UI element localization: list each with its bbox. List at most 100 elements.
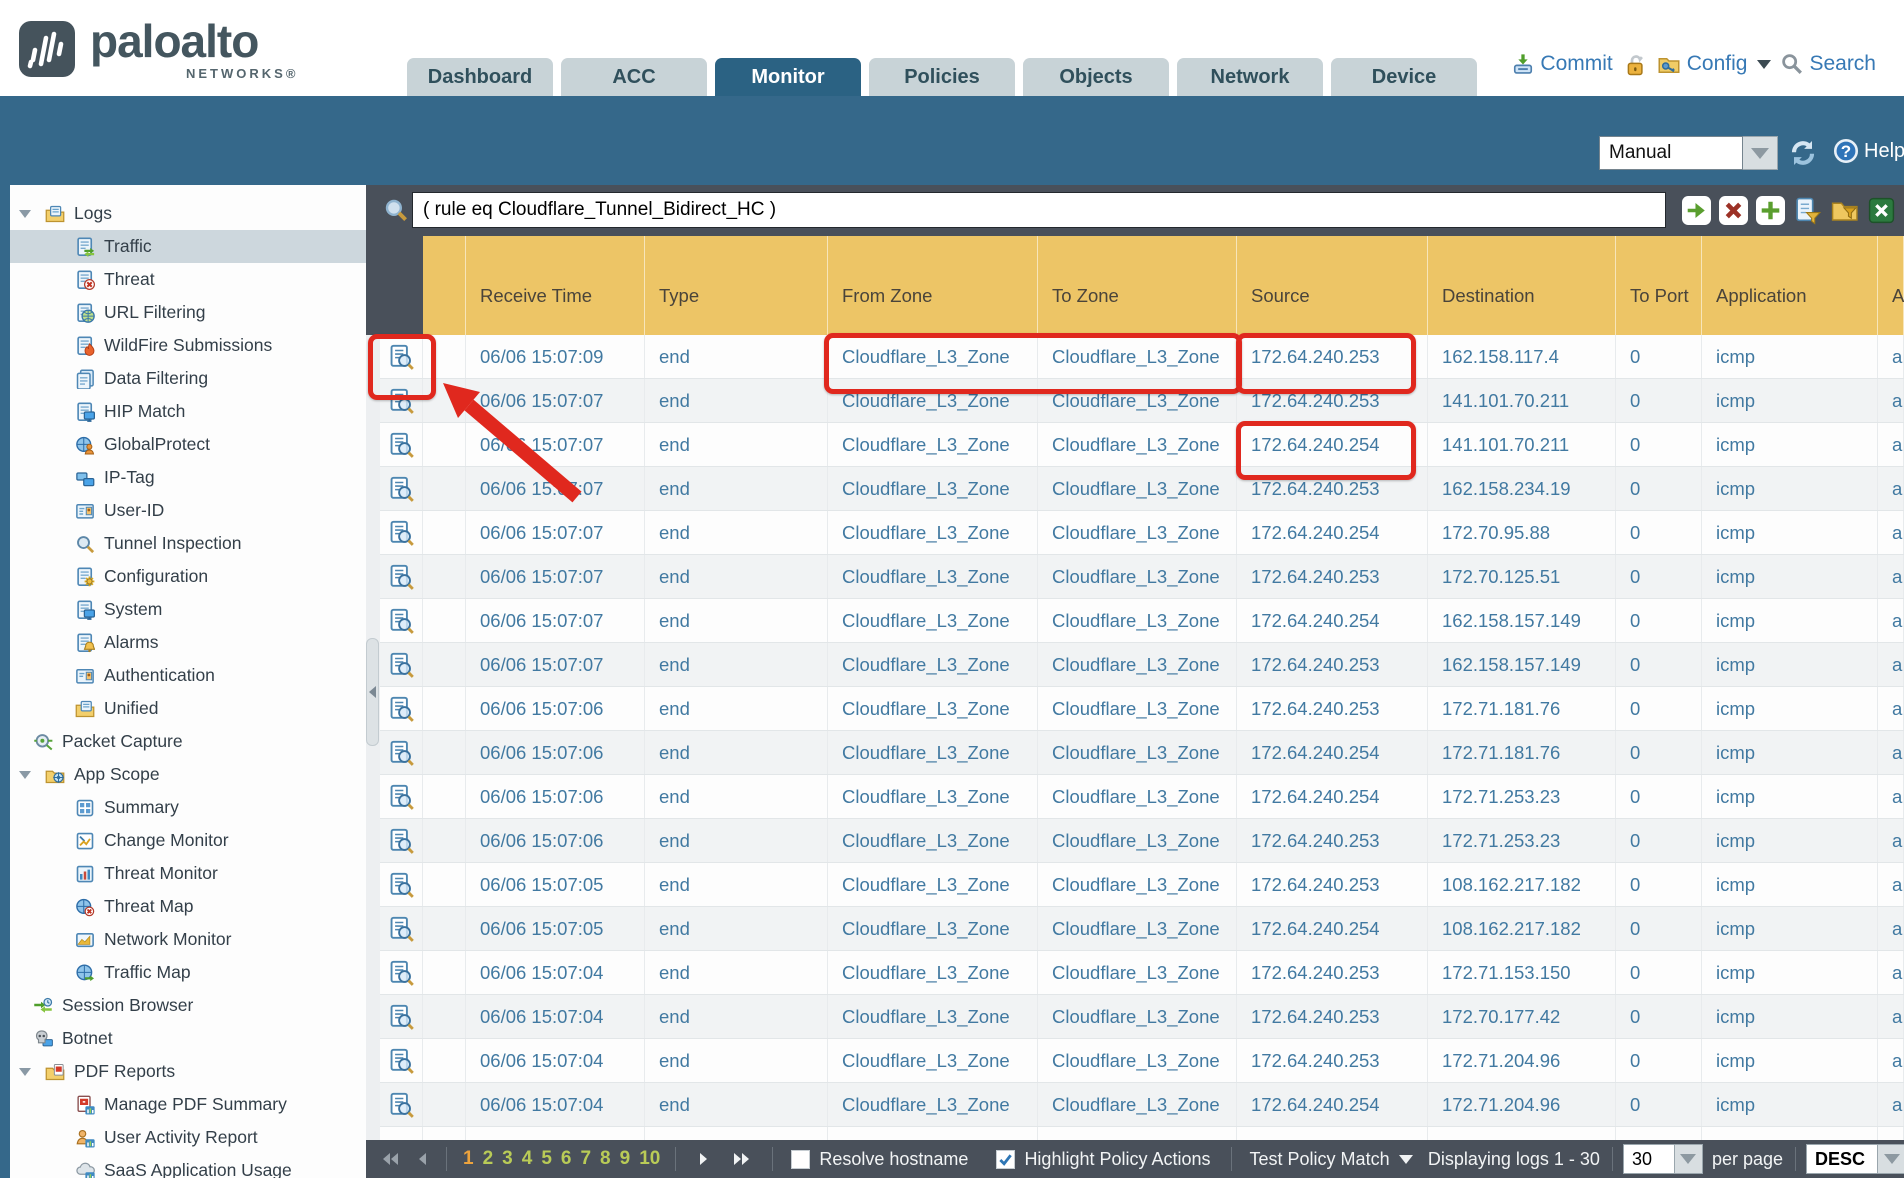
cell-detail[interactable]	[380, 599, 423, 642]
tree-expander-icon[interactable]	[18, 1067, 32, 1077]
cell-type[interactable]: end	[645, 643, 828, 686]
cell-from-zone[interactable]: Cloudflare_L3_Zone	[828, 555, 1038, 598]
load-filter-icon[interactable]	[1830, 196, 1859, 225]
sidebar-item-summary[interactable]: Summary	[10, 791, 366, 824]
cell-destination[interactable]: 172.71.181.76	[1428, 687, 1616, 730]
page-size-dropdown-button[interactable]	[1675, 1144, 1703, 1174]
commit-button[interactable]: Commit	[1512, 52, 1612, 76]
add-filter-icon[interactable]	[1756, 196, 1785, 225]
cell-to-zone[interactable]: Cloudflare_L3_Zone	[1038, 863, 1237, 906]
cell-type[interactable]: end	[645, 467, 828, 510]
cell-destination[interactable]: 162.158.117.4	[1428, 335, 1616, 378]
sidebar-item-configuration[interactable]: Configuration	[10, 560, 366, 593]
previous-page-button[interactable]	[416, 1151, 428, 1167]
column-header-to-port[interactable]: To Port	[1616, 236, 1702, 335]
cell-source[interactable]: 172.64.240.253	[1237, 335, 1428, 378]
cell-to-zone[interactable]: Cloudflare_L3_Zone	[1038, 731, 1237, 774]
cell-source[interactable]: 172.64.240.254	[1237, 907, 1428, 950]
cell-from-zone[interactable]: Cloudflare_L3_Zone	[828, 511, 1038, 554]
page-number-7[interactable]: 7	[580, 1148, 591, 1169]
page-number-3[interactable]: 3	[502, 1148, 513, 1169]
cell-source[interactable]: 172.64.240.253	[1237, 555, 1428, 598]
cell-from-zone[interactable]: Cloudflare_L3_Zone	[828, 995, 1038, 1038]
log-detail-icon[interactable]	[388, 872, 414, 898]
log-detail-icon[interactable]	[388, 1048, 414, 1074]
cell-to-zone[interactable]: Cloudflare_L3_Zone	[1038, 599, 1237, 642]
cell-type[interactable]: end	[645, 423, 828, 466]
log-detail-icon[interactable]	[388, 388, 414, 414]
page-number-8[interactable]: 8	[600, 1148, 611, 1169]
log-detail-icon[interactable]	[388, 1092, 414, 1118]
cell-type[interactable]: end	[645, 555, 828, 598]
sidebar-item-session-browser[interactable]: Session Browser	[10, 989, 366, 1022]
column-header-source[interactable]: Source	[1237, 236, 1428, 335]
cell-to-port[interactable]: 0	[1616, 599, 1702, 642]
page-number-2[interactable]: 2	[483, 1148, 494, 1169]
cell-type[interactable]: end	[645, 379, 828, 422]
cell-to-port[interactable]: 0	[1616, 423, 1702, 466]
sidebar-item-hip-match[interactable]: HIP Match	[10, 395, 366, 428]
sidebar-item-system[interactable]: System	[10, 593, 366, 626]
cell-source[interactable]: 172.64.240.254	[1237, 775, 1428, 818]
cell-application[interactable]: icmp	[1702, 555, 1878, 598]
cell-receive-time[interactable]: 06/06 15:07:06	[466, 819, 645, 862]
cell-receive-time[interactable]: 06/06 15:07:06	[466, 687, 645, 730]
cell-source[interactable]: 172.64.240.253	[1237, 863, 1428, 906]
cell-source[interactable]: 172.64.240.253	[1237, 819, 1428, 862]
sidebar-item-tunnel-inspection[interactable]: Tunnel Inspection	[10, 527, 366, 560]
cell-from-zone[interactable]: Cloudflare_L3_Zone	[828, 1083, 1038, 1126]
first-page-button[interactable]	[380, 1151, 400, 1167]
cell-to-zone[interactable]: Cloudflare_L3_Zone	[1038, 511, 1237, 554]
lock-icon[interactable]	[1623, 52, 1647, 76]
page-number-4[interactable]: 4	[522, 1148, 533, 1169]
cell-application[interactable]: icmp	[1702, 511, 1878, 554]
tree-expander-icon[interactable]	[18, 209, 32, 219]
cell-source[interactable]: 172.64.240.254	[1237, 599, 1428, 642]
column-header-receive-time[interactable]: Receive Time	[466, 236, 645, 335]
column-header-destination[interactable]: Destination	[1428, 236, 1616, 335]
cell-type[interactable]: end	[645, 863, 828, 906]
cell-application[interactable]: icmp	[1702, 423, 1878, 466]
cell-receive-time[interactable]: 06/06 15:07:04	[466, 951, 645, 994]
cell-source[interactable]: 172.64.240.253	[1237, 379, 1428, 422]
cell-destination[interactable]: 172.70.125.51	[1428, 555, 1616, 598]
cell-source[interactable]: 172.64.240.253	[1237, 951, 1428, 994]
last-page-button[interactable]	[732, 1151, 752, 1167]
cell-type[interactable]: end	[645, 1039, 828, 1082]
sidebar-item-data-filtering[interactable]: Data Filtering	[10, 362, 366, 395]
sidebar-item-threat-map[interactable]: Threat Map	[10, 890, 366, 923]
cell-detail[interactable]	[380, 467, 423, 510]
cell-source[interactable]: 172.64.240.253	[1237, 467, 1428, 510]
cell-receive-time[interactable]: 06/06 15:07:06	[466, 731, 645, 774]
cell-from-zone[interactable]: Cloudflare_L3_Zone	[828, 423, 1038, 466]
cell-application[interactable]: icmp	[1702, 687, 1878, 730]
cell-receive-time[interactable]: 06/06 15:07:07	[466, 643, 645, 686]
cell-destination[interactable]: 141.101.70.211	[1428, 423, 1616, 466]
cell-detail[interactable]	[380, 995, 423, 1038]
cell-source[interactable]: 172.64.240.253	[1237, 687, 1428, 730]
sidebar-item-ip-tag[interactable]: IP-Tag	[10, 461, 366, 494]
cell-detail[interactable]	[380, 1083, 423, 1126]
sidebar-item-change-monitor[interactable]: Change Monitor	[10, 824, 366, 857]
log-detail-icon[interactable]	[388, 740, 414, 766]
cell-type[interactable]: end	[645, 731, 828, 774]
cell-receive-time[interactable]: 06/06 15:07:07	[466, 423, 645, 466]
cell-destination[interactable]: 172.71.153.150	[1428, 951, 1616, 994]
sidebar-item-authentication[interactable]: Authentication	[10, 659, 366, 692]
cell-to-port[interactable]: 0	[1616, 379, 1702, 422]
cell-destination[interactable]: 172.70.177.42	[1428, 995, 1616, 1038]
page-number-6[interactable]: 6	[561, 1148, 572, 1169]
cell-receive-time[interactable]: 06/06 15:07:04	[466, 995, 645, 1038]
cell-from-zone[interactable]: Cloudflare_L3_Zone	[828, 907, 1038, 950]
sidebar-item-url-filtering[interactable]: URL Filtering	[10, 296, 366, 329]
cell-source[interactable]: 172.64.240.253	[1237, 643, 1428, 686]
cell-destination[interactable]: 162.158.234.19	[1428, 467, 1616, 510]
resolve-hostname-checkbox[interactable]	[791, 1150, 810, 1169]
cell-detail[interactable]	[380, 775, 423, 818]
log-detail-icon[interactable]	[388, 916, 414, 942]
cell-destination[interactable]: 108.162.217.182	[1428, 907, 1616, 950]
sidebar-item-packet-capture[interactable]: Packet Capture	[10, 725, 366, 758]
sidebar-item-globalprotect[interactable]: GlobalProtect	[10, 428, 366, 461]
tab-device[interactable]: Device	[1331, 58, 1477, 96]
cell-from-zone[interactable]: Cloudflare_L3_Zone	[828, 687, 1038, 730]
